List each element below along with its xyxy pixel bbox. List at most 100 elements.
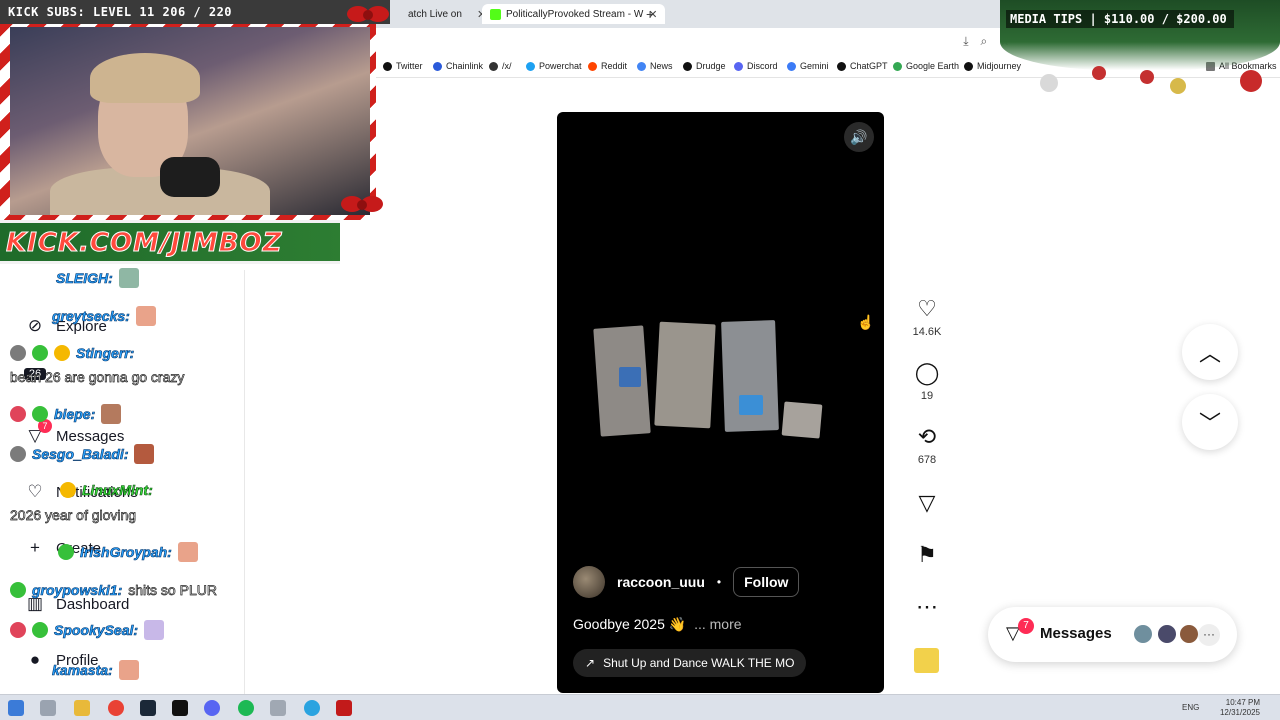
messages-label: Messages bbox=[1040, 625, 1112, 642]
more-icon[interactable]: ··· bbox=[1198, 624, 1220, 646]
kick-badge-icon bbox=[10, 582, 26, 598]
bookmark-chainlink[interactable]: Chainlink bbox=[433, 61, 483, 71]
bookmark-powerchat[interactable]: Powerchat bbox=[526, 61, 582, 71]
heart-icon: ♡ bbox=[917, 296, 937, 321]
bookmark-label: /x/ bbox=[502, 61, 512, 71]
paper-plane-icon: ▽ bbox=[918, 490, 936, 515]
gemini-icon bbox=[787, 61, 796, 71]
previous-video-button[interactable]: ︿ bbox=[1182, 324, 1238, 380]
emote-icon bbox=[118, 268, 139, 288]
media-tips-goal: MEDIA TIPS | $110.00 / $200.00 bbox=[1006, 10, 1234, 28]
news-icon bbox=[637, 61, 646, 71]
arrow-icon: ↗ bbox=[585, 656, 596, 670]
media-tips-overlay: MEDIA TIPS | $110.00 / $200.00 bbox=[1000, 0, 1280, 100]
webcam-video bbox=[10, 27, 370, 215]
save-button[interactable]: ⚑ bbox=[906, 542, 948, 568]
bookmark-chatgpt[interactable]: ChatGPT bbox=[837, 61, 888, 71]
chat-message: Sesgo_Baladi: bbox=[10, 444, 155, 464]
author-name[interactable]: raccoon_uuu bbox=[617, 574, 705, 590]
tab-politicallyprovoked[interactable]: PoliticallyProvoked Stream - W ✕ bbox=[482, 4, 666, 24]
heart-icon: ♡ bbox=[27, 482, 43, 501]
bookmark-label: Chainlink bbox=[446, 61, 484, 71]
bookmark-label: Reddit bbox=[601, 61, 628, 71]
bookmark-x[interactable]: /x/ bbox=[489, 61, 512, 71]
reddit-icon bbox=[588, 61, 597, 71]
spotify-icon[interactable] bbox=[238, 700, 254, 716]
windows-taskbar: ENG 10:47 PM 12/31/2025 bbox=[0, 694, 1280, 720]
chat-username: greytsecks: bbox=[52, 308, 130, 325]
telegram-icon[interactable] bbox=[304, 700, 320, 716]
task-view-icon[interactable] bbox=[40, 700, 56, 716]
chrome-icon[interactable] bbox=[108, 700, 124, 716]
chat-message: kamasta: bbox=[52, 660, 139, 680]
chat-username: Stingerr: bbox=[76, 345, 135, 362]
more-options-button[interactable]: ⋯ bbox=[906, 594, 948, 620]
share-button[interactable]: ▽ bbox=[906, 490, 948, 516]
bookmark-google-earth[interactable]: Google Earth bbox=[893, 61, 959, 71]
bookmark-gemini[interactable]: Gemini bbox=[787, 61, 829, 71]
google-earth-icon bbox=[893, 61, 902, 71]
install-icon[interactable]: ⤓ bbox=[963, 34, 968, 49]
video-player[interactable]: 🔊 raccoon_uuu • Follow Goodbye 2025 👋 ..… bbox=[557, 112, 884, 693]
sidebar-item-label: Messages bbox=[56, 427, 125, 445]
photo-tile bbox=[721, 320, 779, 432]
terminal-icon[interactable] bbox=[172, 700, 188, 716]
bookmark-icon: ⚑ bbox=[917, 542, 937, 567]
chat-message: greytsecks: bbox=[52, 306, 156, 326]
chat-text: shits so PLUR bbox=[128, 582, 217, 599]
user-badge-icon bbox=[10, 622, 26, 638]
user-badge-icon bbox=[10, 345, 26, 361]
chat-username: LinuxMint: bbox=[82, 482, 153, 499]
sidebar-item-label: Dashboard bbox=[56, 595, 130, 613]
bookmark-drudge[interactable]: Drudge bbox=[683, 61, 726, 71]
zoom-icon[interactable]: ⌕ bbox=[981, 34, 988, 49]
emote-icon bbox=[144, 620, 165, 640]
chat-message: Stingerr: bbox=[10, 345, 135, 362]
like-count: 14.6K bbox=[912, 326, 942, 338]
avatar bbox=[1156, 623, 1178, 645]
chat-username: biepe: bbox=[54, 406, 96, 423]
chat-username: kamasta: bbox=[52, 662, 113, 679]
chat-message: biepe: bbox=[10, 404, 122, 424]
app-icon[interactable] bbox=[270, 700, 286, 716]
avatar bbox=[1178, 623, 1200, 645]
bookmark-news[interactable]: News bbox=[637, 61, 673, 71]
tab-kick-live[interactable]: atch Live on ✕ bbox=[400, 4, 494, 24]
file-explorer-icon[interactable] bbox=[74, 700, 90, 716]
clock-time: 10:47 PM bbox=[1225, 698, 1260, 707]
chat-username: Sesgo_Baladi: bbox=[32, 446, 129, 463]
start-icon[interactable] bbox=[8, 700, 24, 716]
like-button[interactable]: ♡ 14.6K bbox=[906, 296, 948, 338]
emote-icon bbox=[101, 404, 122, 424]
tab-title: PoliticallyProvoked Stream - W bbox=[506, 8, 644, 20]
profile-icon: ● bbox=[29, 650, 41, 669]
music-track[interactable]: ↗ Shut Up and Dance WALK THE MO bbox=[573, 649, 807, 677]
grid-icon bbox=[489, 61, 498, 71]
comment-icon: ◯ bbox=[914, 360, 940, 385]
clock[interactable]: 10:47 PM 12/31/2025 bbox=[1220, 698, 1260, 718]
more-link[interactable]: ... more bbox=[694, 616, 741, 632]
photo-tile bbox=[781, 401, 823, 439]
language-indicator[interactable]: ENG bbox=[1182, 703, 1199, 712]
music-disc-icon[interactable] bbox=[914, 648, 939, 673]
mouse-cursor-icon: ☝ bbox=[857, 314, 875, 330]
music-title: Shut Up and Dance WALK THE MO bbox=[603, 656, 795, 670]
sound-toggle-button[interactable]: 🔊 bbox=[844, 122, 874, 152]
comment-button[interactable]: ◯ 19 bbox=[906, 360, 948, 402]
follow-button[interactable]: Follow bbox=[733, 567, 800, 597]
christmas-bow-icon bbox=[341, 196, 383, 212]
user-badge-icon bbox=[10, 446, 26, 462]
author-avatar[interactable] bbox=[573, 566, 605, 598]
repost-button[interactable]: ⟲ 678 bbox=[906, 424, 948, 466]
chat-username: SLEIGH: bbox=[56, 270, 113, 287]
next-video-button[interactable]: ﹀ bbox=[1182, 394, 1238, 450]
new-tab-button[interactable]: + bbox=[646, 6, 654, 22]
bookmark-reddit[interactable]: Reddit bbox=[588, 61, 627, 71]
app-icon[interactable] bbox=[336, 700, 352, 716]
emote-icon bbox=[135, 306, 156, 326]
raccoon-2026-collage bbox=[589, 317, 825, 447]
chat-text: bean 26 are gonna go crazy bbox=[10, 369, 185, 386]
steam-icon[interactable] bbox=[140, 700, 156, 716]
discord-icon[interactable] bbox=[204, 700, 220, 716]
bookmark-discord[interactable]: Discord bbox=[734, 61, 778, 71]
